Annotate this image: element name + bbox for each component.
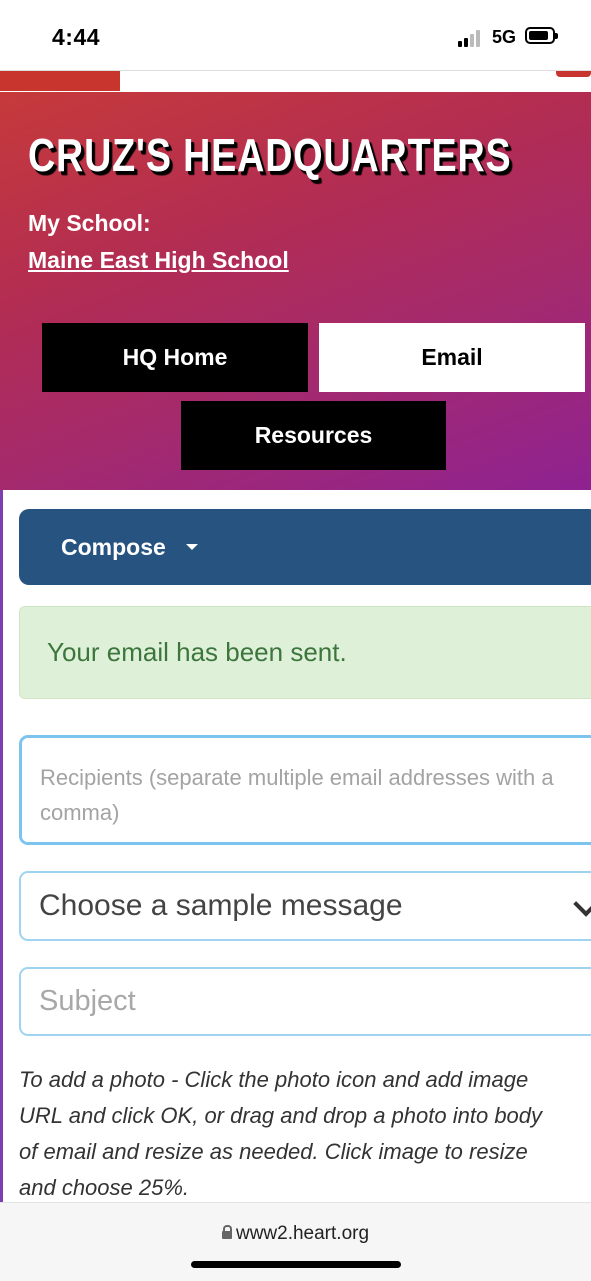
success-alert: Your email has been sent. [19,606,591,699]
recipients-input[interactable] [19,735,591,845]
sample-message-select[interactable]: Choose a sample message [19,871,591,941]
lock-icon [221,1225,232,1239]
caret-down-icon [185,544,198,550]
nav-resources-button[interactable]: Resources [181,401,446,470]
address-bar[interactable]: www2.heart.org [0,1223,591,1245]
page-title: CRUZ'S HEADQUARTERS [28,129,512,181]
sample-message-value: Choose a sample message [39,889,403,922]
network-label: 5G [492,27,517,47]
chevron-down-icon [573,891,591,917]
status-bar: 4:44 5G [0,0,591,70]
subject-input[interactable] [19,967,591,1036]
top-strip [0,70,591,93]
status-time: 4:44 [52,24,101,50]
signal-icon [458,29,484,47]
battery-icon [525,27,558,44]
hq-header: CRUZ'S HEADQUARTERS My School: Maine Eas… [0,92,591,490]
top-red-tab [556,71,591,77]
browser-bottom-bar: www2.heart.org [0,1202,591,1281]
school-link[interactable]: Maine East High School [28,247,289,274]
compose-label: Compose [61,533,166,560]
compose-dropdown-button[interactable]: Compose [19,509,591,585]
top-red-bar [0,71,120,91]
success-alert-text: Your email has been sent. [47,637,347,667]
url-text: www2.heart.org [235,1223,370,1244]
home-indicator[interactable] [191,1261,401,1268]
nav-hq-home-button[interactable]: HQ Home [42,323,308,392]
nav-email-button[interactable]: Email [319,323,585,392]
school-label: My School: [28,210,151,236]
photo-help-text: To add a photo - Click the photo icon an… [19,1067,543,1200]
